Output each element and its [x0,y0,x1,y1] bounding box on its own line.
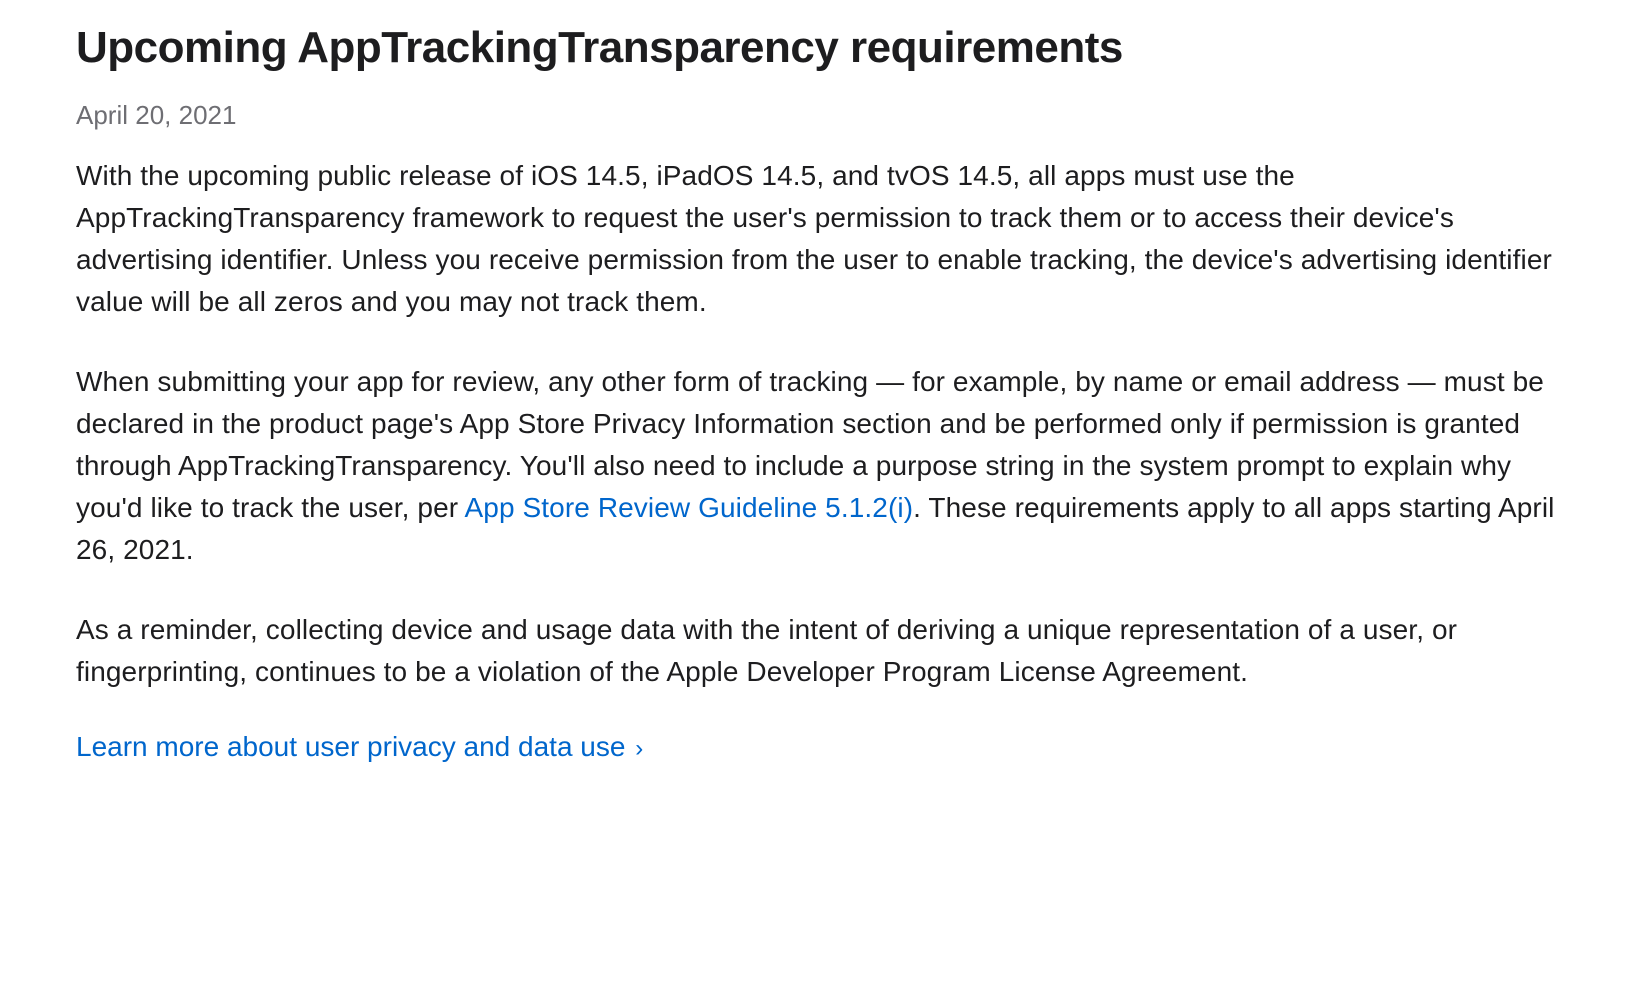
article-title: Upcoming AppTrackingTransparency require… [76,24,1576,72]
news-article: Upcoming AppTrackingTransparency require… [76,24,1576,763]
article-date: April 20, 2021 [76,100,1576,131]
article-paragraph-3: As a reminder, collecting device and usa… [76,609,1576,693]
cta-label: Learn more about user privacy and data u… [76,731,625,762]
chevron-right-icon: › [635,735,643,762]
learn-more-link[interactable]: Learn more about user privacy and data u… [76,731,643,763]
article-paragraph-2: When submitting your app for review, any… [76,361,1576,571]
article-paragraph-1: With the upcoming public release of iOS … [76,155,1576,323]
guideline-link[interactable]: App Store Review Guideline 5.1.2(i) [465,492,914,523]
